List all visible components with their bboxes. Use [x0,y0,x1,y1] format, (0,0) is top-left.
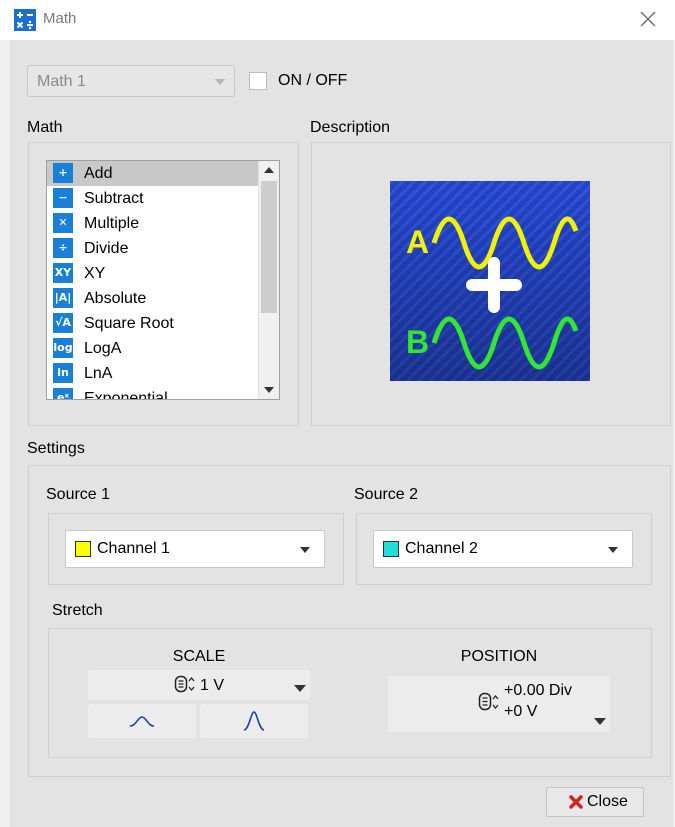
position-volt-value: +0 V [504,703,538,720]
add-icon: + [53,163,73,183]
math-channel-value: Math 1 [37,73,86,90]
log-icon: log [53,338,73,358]
source1-value: Channel 1 [97,540,170,557]
dialog-body: Math 1 ON / OFF Math Description + Add − Su… [10,40,674,827]
wave-small-icon [129,716,155,727]
chevron-down-icon [294,685,306,692]
source1-select[interactable]: Channel 1 [65,530,325,568]
chevron-down-icon [300,547,310,553]
list-item-label: Exponential [84,390,168,400]
list-item-square-root[interactable]: √A Square Root [47,311,279,336]
divide-icon: ÷ [53,238,73,258]
scroll-up-icon[interactable] [259,161,279,179]
onoff-label: ON / OFF [278,72,348,89]
a-label: A [406,224,429,260]
scale-readout: 1 V [88,675,310,695]
scale-label: SCALE [172,648,226,665]
list-item-label: LogA [84,340,122,357]
close-button[interactable]: Close [546,787,644,817]
chevron-down-icon [608,547,618,553]
list-item-absolute[interactable]: |A| Absolute [47,286,279,311]
scroll-thumb[interactable] [261,181,277,313]
chevron-down-icon [594,718,606,725]
list-item-add[interactable]: + Add [47,161,279,186]
square-root-icon: √A [53,313,73,333]
list-item-exponential[interactable]: eˣ Exponential [47,386,279,400]
exponential-icon: eˣ [53,388,73,399]
subtract-icon: − [53,188,73,208]
source2-select[interactable]: Channel 2 [373,530,633,568]
list-item-lna[interactable]: ln LnA [47,361,279,386]
math-channel-select[interactable]: Math 1 [27,65,235,97]
b-label: B [406,324,429,360]
absolute-icon: |A| [53,288,73,308]
description-section-label: Description [310,119,391,136]
list-item-xy[interactable]: XY XY [47,261,279,286]
scroll-down-icon[interactable] [259,381,279,399]
title-bar: Math [0,0,675,40]
list-item-multiple[interactable]: ✕ Multiple [47,211,279,236]
list-item-label: LnA [84,365,113,382]
scale-control[interactable]: 1 V [88,670,310,700]
source1-label: Source 1 [46,486,111,503]
source2-label: Source 2 [354,486,419,503]
position-label: POSITION [460,648,538,665]
list-item-loga[interactable]: log LogA [47,336,279,361]
wave-large-icon [243,711,265,731]
position-div-value: +0.00 Div [504,682,573,699]
list-scrollbar[interactable] [258,161,279,399]
list-item-label: Subtract [84,190,144,207]
close-label: Close [587,793,628,810]
scale-increase-button[interactable] [200,704,308,738]
close-icon[interactable] [637,8,659,30]
chevron-down-icon [215,79,225,85]
window-title: Math [43,10,77,27]
knob-icon [478,692,499,711]
list-item-divide[interactable]: ÷ Divide [47,236,279,261]
math-function-list[interactable]: + Add − Subtract ✕ Multiple ÷ Divide XY XY |A| Abso… [46,160,280,400]
list-item-label: Divide [84,240,129,257]
multiply-icon: ✕ [53,213,73,233]
channel2-color-swatch [383,541,399,557]
list-item-label: Add [84,165,113,182]
math-section-label: Math [27,119,63,136]
ln-icon: ln [53,363,73,383]
scale-decrease-button[interactable] [88,704,196,738]
calculator-icon [14,9,36,31]
onoff-checkbox[interactable] [249,72,267,90]
list-item-label: Absolute [84,290,147,307]
list-item-label: Square Root [84,315,174,332]
source2-value: Channel 2 [405,540,478,557]
stretch-label: Stretch [52,602,103,619]
list-item-label: XY [84,265,106,282]
settings-section-label: Settings [27,440,85,457]
list-item-subtract[interactable]: − Subtract [47,186,279,211]
scale-value: 1 V [199,677,224,694]
xy-icon: XY [53,263,73,283]
add-description-image: A B [390,181,590,381]
list-item-label: Multiple [84,215,140,232]
channel1-color-swatch [75,541,91,557]
position-control[interactable]: +0.00 Div +0 V [388,676,610,732]
knob-icon [174,675,195,693]
close-x-icon [569,795,583,809]
